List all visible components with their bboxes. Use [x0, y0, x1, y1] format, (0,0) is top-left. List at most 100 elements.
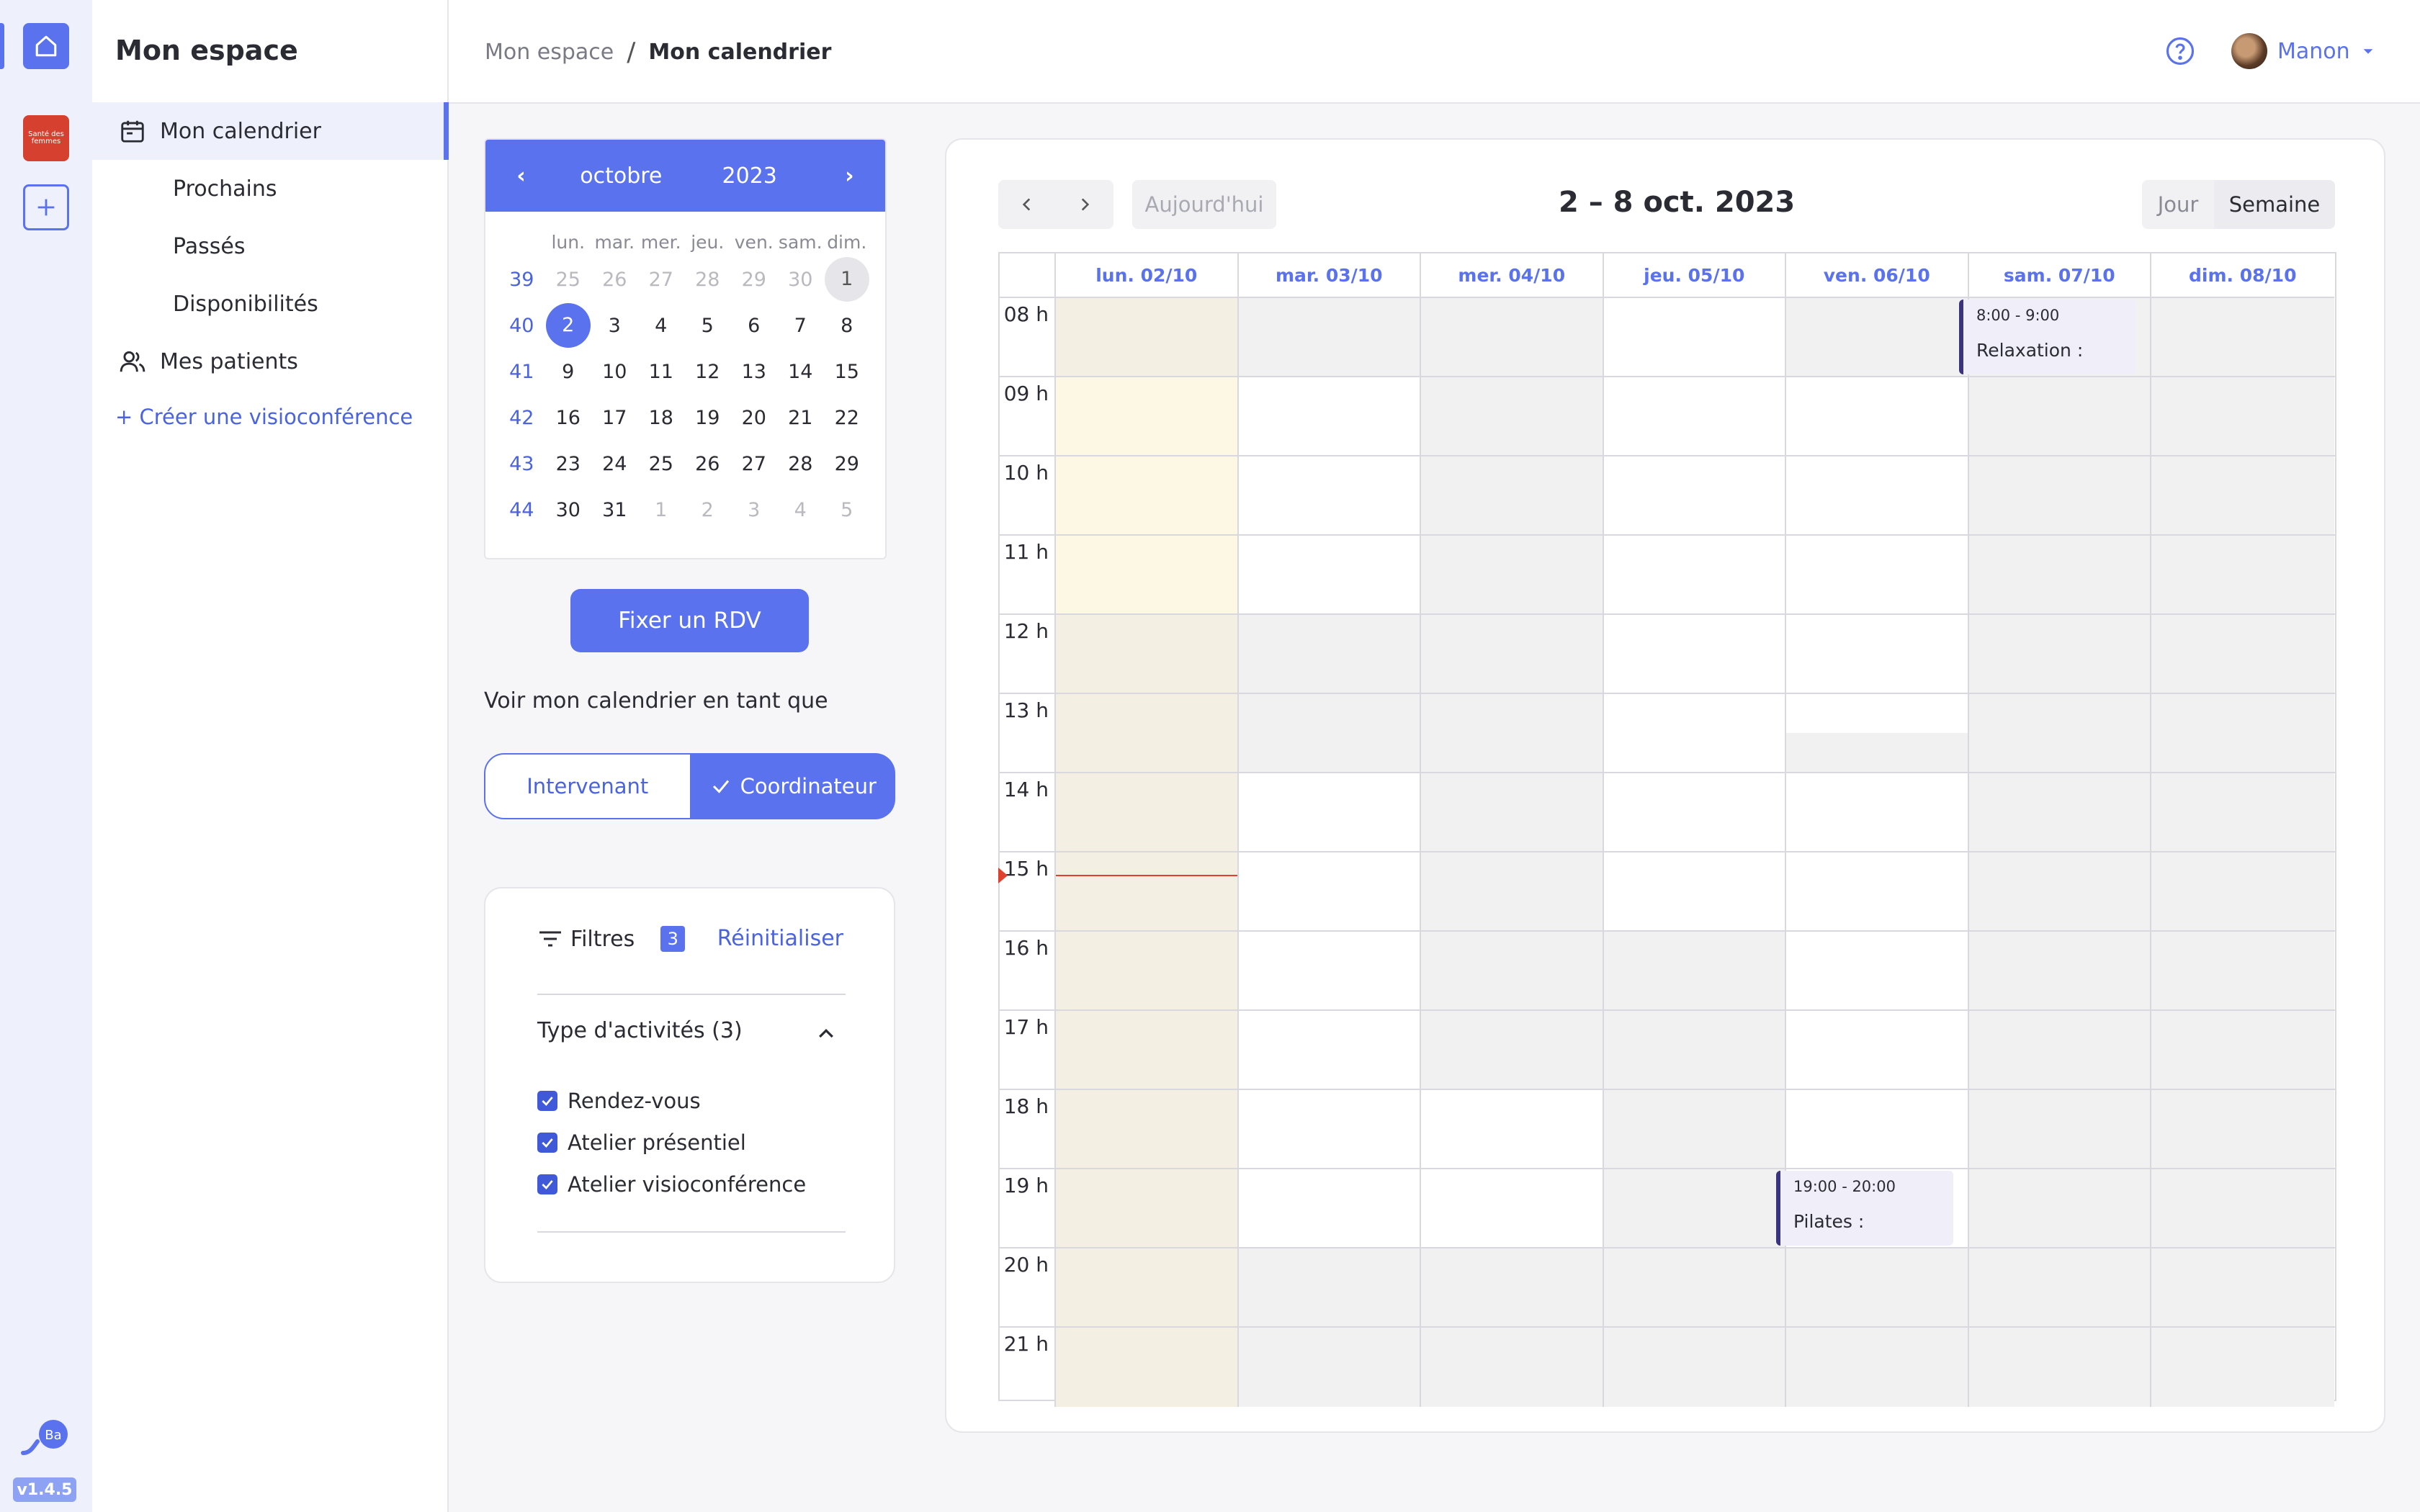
- time-slot[interactable]: [1238, 694, 1421, 772]
- time-slot[interactable]: [2151, 1011, 2334, 1089]
- time-slot[interactable]: [1238, 1011, 1421, 1089]
- chevron-up-icon[interactable]: [815, 1022, 837, 1044]
- time-slot[interactable]: [1786, 456, 1969, 534]
- time-slot[interactable]: [2151, 377, 2334, 455]
- time-slot[interactable]: [1603, 377, 1786, 455]
- time-slot[interactable]: [1968, 615, 2151, 693]
- day-view-button[interactable]: Jour: [2142, 180, 2214, 229]
- day-header[interactable]: jeu. 05/10: [1604, 253, 1786, 297]
- role-coordinateur-button[interactable]: Coordinateur: [691, 753, 895, 819]
- time-slot[interactable]: [1968, 1169, 2151, 1247]
- time-slot[interactable]: [1968, 377, 2151, 455]
- day-cell[interactable]: 6: [731, 315, 778, 337]
- time-slot[interactable]: [2151, 456, 2334, 534]
- time-slot[interactable]: [2151, 1248, 2334, 1326]
- time-slot[interactable]: [1238, 298, 1421, 376]
- week-view-button[interactable]: Semaine: [2214, 180, 2335, 229]
- day-cell[interactable]: 27: [731, 453, 778, 475]
- day-cell[interactable]: 30: [545, 499, 592, 521]
- day-cell[interactable]: 19: [684, 407, 731, 429]
- sidebar-item-passes[interactable]: Passés: [92, 217, 447, 275]
- time-slot[interactable]: [1786, 694, 1969, 772]
- home-button[interactable]: [23, 23, 69, 69]
- time-slot[interactable]: [1603, 298, 1786, 376]
- time-slot[interactable]: [1056, 1169, 1239, 1247]
- time-slot[interactable]: [1421, 615, 1604, 693]
- day-cell[interactable]: 26: [684, 453, 731, 475]
- day-cell[interactable]: 9: [545, 361, 592, 383]
- time-slot[interactable]: [1238, 615, 1421, 693]
- day-cell[interactable]: 10: [591, 361, 638, 383]
- filter-option-rendez-vous[interactable]: Rendez-vous: [537, 1089, 701, 1113]
- time-slot[interactable]: [1238, 536, 1421, 613]
- time-slot[interactable]: [1968, 1248, 2151, 1326]
- add-app-button[interactable]: [23, 184, 69, 230]
- time-slot[interactable]: [1421, 852, 1604, 930]
- time-slot[interactable]: [1603, 536, 1786, 613]
- day-cell[interactable]: 23: [545, 453, 592, 475]
- time-slot[interactable]: [1968, 536, 2151, 613]
- time-slot[interactable]: [1603, 773, 1786, 851]
- day-cell[interactable]: 29: [824, 453, 871, 475]
- question-circle-icon[interactable]: [2165, 36, 2195, 66]
- time-slot[interactable]: [1421, 694, 1604, 772]
- time-slot[interactable]: [1056, 773, 1239, 851]
- time-slot[interactable]: [1603, 1090, 1786, 1168]
- time-slot[interactable]: [1238, 456, 1421, 534]
- time-slot[interactable]: [2151, 615, 2334, 693]
- day-cell[interactable]: 5: [684, 315, 731, 337]
- time-slot[interactable]: [2151, 298, 2334, 376]
- time-slot[interactable]: [1603, 1169, 1786, 1247]
- time-slot[interactable]: [2151, 932, 2334, 1009]
- time-slot[interactable]: [2151, 1169, 2334, 1247]
- sidebar-item-prochains[interactable]: Prochains: [92, 160, 447, 217]
- time-slot[interactable]: [1421, 298, 1604, 376]
- day-cell[interactable]: 31: [591, 499, 638, 521]
- time-slot[interactable]: [1786, 932, 1969, 1009]
- day-cell[interactable]: 3: [591, 315, 638, 337]
- time-slot[interactable]: [1603, 1011, 1786, 1089]
- time-slot[interactable]: [1786, 1248, 1969, 1326]
- day-cell[interactable]: 3: [731, 499, 778, 521]
- time-slot[interactable]: [1968, 852, 2151, 930]
- time-slot[interactable]: [1238, 932, 1421, 1009]
- time-slot[interactable]: [1238, 1328, 1421, 1407]
- month-select[interactable]: octobre: [557, 163, 685, 189]
- day-cell[interactable]: 17: [591, 407, 638, 429]
- time-slot[interactable]: [1786, 1090, 1969, 1168]
- time-slot[interactable]: [1238, 1090, 1421, 1168]
- day-cell[interactable]: 4: [638, 315, 685, 337]
- sidebar-item-disponibilites[interactable]: Disponibilités: [92, 275, 447, 333]
- time-slot[interactable]: [2151, 694, 2334, 772]
- checkbox-checked[interactable]: [537, 1174, 557, 1194]
- day-header[interactable]: dim. 08/10: [2151, 253, 2334, 297]
- time-slot[interactable]: [1968, 1090, 2151, 1168]
- filter-option-atelier-visio[interactable]: Atelier visioconférence: [537, 1172, 806, 1197]
- time-slot[interactable]: [1968, 932, 2151, 1009]
- time-slot[interactable]: [1421, 773, 1604, 851]
- time-slot[interactable]: [1056, 1328, 1239, 1407]
- day-cell[interactable]: 28: [777, 453, 824, 475]
- event-pilates[interactable]: 19:00 - 20:00 Pilates :: [1776, 1171, 1953, 1246]
- time-slot[interactable]: [1603, 932, 1786, 1009]
- brand-app-button[interactable]: Santé des femmes: [23, 115, 69, 161]
- time-slot[interactable]: [1603, 615, 1786, 693]
- day-cell[interactable]: 2: [684, 499, 731, 521]
- activity-type-heading[interactable]: Type d'activités (3): [537, 1018, 743, 1043]
- time-slot[interactable]: [1056, 298, 1239, 376]
- day-cell[interactable]: 29: [731, 269, 778, 291]
- time-slot[interactable]: [1056, 536, 1239, 613]
- time-slot[interactable]: [1603, 852, 1786, 930]
- day-cell[interactable]: 26: [591, 269, 638, 291]
- prev-month-button[interactable]: ‹: [485, 163, 557, 189]
- time-slot[interactable]: [1786, 1328, 1969, 1407]
- time-slot[interactable]: [1056, 1011, 1239, 1089]
- time-slot[interactable]: [1056, 932, 1239, 1009]
- time-slot[interactable]: [1603, 1328, 1786, 1407]
- time-slot[interactable]: [1421, 1011, 1604, 1089]
- day-cell[interactable]: 18: [638, 407, 685, 429]
- time-slot[interactable]: [1056, 1090, 1239, 1168]
- day-cell[interactable]: 28: [684, 269, 731, 291]
- time-slot[interactable]: [1603, 1248, 1786, 1326]
- time-slot[interactable]: [1238, 377, 1421, 455]
